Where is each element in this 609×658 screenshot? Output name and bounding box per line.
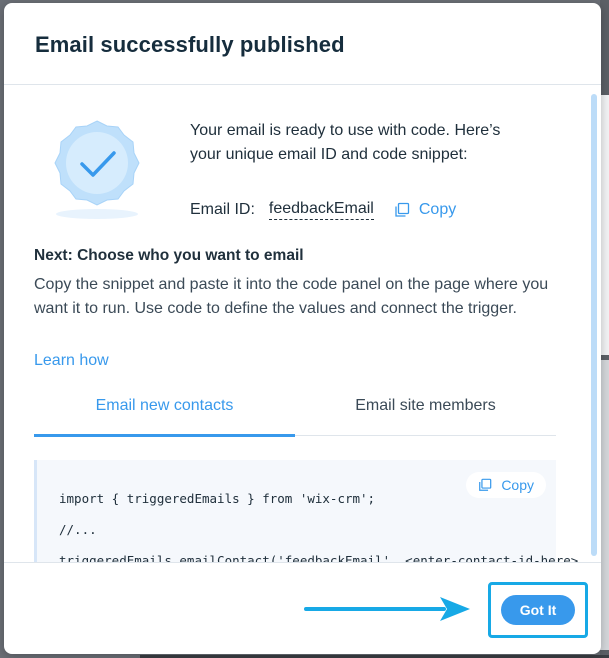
got-it-button[interactable]: Got It — [501, 595, 575, 625]
next-description: Copy the snippet and paste it into the c… — [34, 276, 549, 317]
intro-text: Your email is ready to use with code. He… — [190, 122, 501, 163]
copy-code-label: Copy — [501, 477, 534, 493]
modal-footer: Got It — [4, 562, 601, 654]
background-app — [600, 0, 609, 658]
email-id-label: Email ID: — [190, 201, 255, 218]
next-heading: Next: Choose who you want to email — [34, 247, 304, 264]
recipient-tabs: Email new contacts Email site members — [34, 386, 556, 437]
check-badge-icon — [52, 113, 142, 223]
tab-email-site-members[interactable]: Email site members — [295, 386, 556, 435]
code-line: import { triggeredEmails } from 'wix-crm… — [59, 491, 376, 506]
email-id-value: feedbackEmail — [268, 200, 374, 220]
copy-code-button[interactable]: Copy — [466, 472, 546, 498]
copy-email-id-label: Copy — [418, 201, 457, 218]
scrollbar[interactable] — [591, 94, 597, 556]
learn-how-link[interactable]: Learn how — [34, 352, 109, 370]
copy-icon — [479, 478, 492, 491]
copy-email-id-button[interactable]: Copy — [394, 201, 456, 219]
copy-icon — [395, 202, 410, 217]
code-line: triggeredEmails.emailContact('feedbackEm… — [59, 553, 579, 562]
arrow-right-icon — [304, 597, 470, 621]
publish-success-modal: Email successfully published Your email … — [4, 3, 601, 654]
code-snippet: import { triggeredEmails } from 'wix-crm… — [34, 460, 578, 562]
badge-shadow — [56, 209, 138, 219]
background-panel — [600, 95, 609, 355]
email-id-row: Email ID: feedbackEmail Copy — [190, 197, 456, 223]
tab-email-new-contacts[interactable]: Email new contacts — [34, 386, 295, 437]
modal-header: Email successfully published — [4, 3, 601, 85]
background-panel — [600, 360, 609, 650]
code-line: //... — [59, 522, 97, 537]
modal-title: Email successfully published — [35, 32, 345, 57]
modal-body: Your email is ready to use with code. He… — [4, 86, 601, 562]
